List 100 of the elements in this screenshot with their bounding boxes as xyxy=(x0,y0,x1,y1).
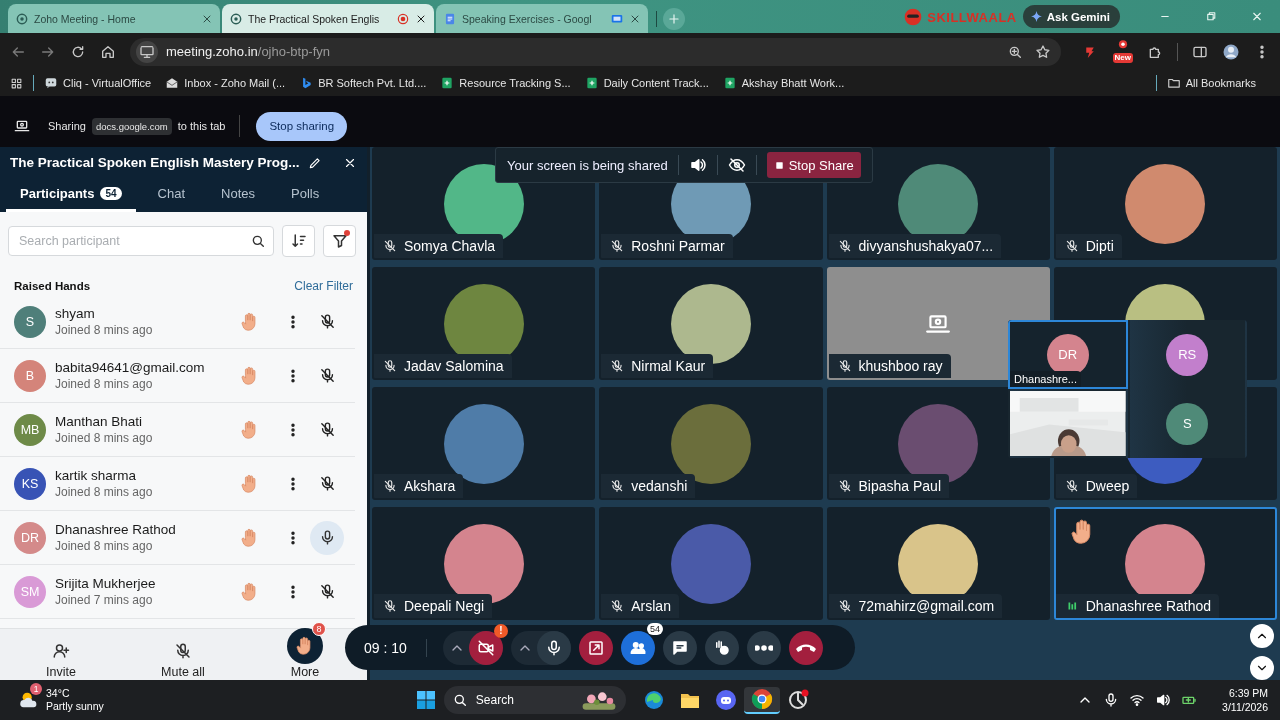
reactions-button[interactable] xyxy=(705,630,739,665)
taskbar-app[interactable] xyxy=(743,686,780,714)
joined-time: Joined 7 mins ago xyxy=(55,593,154,607)
bookmark-star-icon[interactable] xyxy=(1034,43,1051,60)
browser-tab[interactable]: The Practical Spoken Englis xyxy=(222,4,434,33)
search-field[interactable]: Search xyxy=(443,686,626,714)
footer-label[interactable]: More xyxy=(290,665,320,679)
clear-filter-link[interactable]: Clear Filter xyxy=(294,279,353,293)
address-bar[interactable]: meeting.zoho.in/ojho-btp-fyn xyxy=(130,37,1061,66)
bookmark-label: Akshay Bhatt Work... xyxy=(741,77,845,89)
reaction-icon xyxy=(713,638,731,657)
date-text: 3/11/2026 xyxy=(1222,700,1268,714)
participant-name: Somya Chavla xyxy=(404,238,496,254)
chat-icon xyxy=(671,638,689,657)
bookmark[interactable]: Daily Content Track... xyxy=(584,76,717,90)
joined-time: Joined 8 mins ago xyxy=(55,539,154,553)
more-button[interactable] xyxy=(747,630,781,665)
sparkle-icon xyxy=(1029,10,1043,23)
participant-row[interactable]: KS kartik sharma Joined 8 mins ago xyxy=(0,457,355,511)
bookmark[interactable]: Inbox - Zoho Mail (... xyxy=(165,76,294,90)
search-label: Search xyxy=(475,693,514,707)
share-button[interactable] xyxy=(579,630,613,665)
panel-tab[interactable]: Notes xyxy=(207,178,269,212)
participant-name: vedanshi xyxy=(631,478,688,494)
mic-button[interactable] xyxy=(310,520,344,555)
camera-button[interactable] xyxy=(469,630,503,665)
add-person-icon[interactable] xyxy=(52,642,70,660)
wifi-icon[interactable] xyxy=(1129,692,1146,708)
avatar: DR xyxy=(14,521,46,554)
chat-button[interactable] xyxy=(663,630,697,665)
participant-name: Deepali Negi xyxy=(404,598,485,614)
mic-button[interactable] xyxy=(537,630,571,665)
footer-label[interactable]: Invite xyxy=(46,665,76,679)
filter-button[interactable] xyxy=(323,225,356,257)
mic-off-icon xyxy=(318,583,336,600)
participants-button[interactable] xyxy=(621,630,655,665)
reload-icon[interactable] xyxy=(70,43,86,60)
bookmark[interactable]: BR Softech Pvt. Ltd.... xyxy=(299,76,435,90)
profile-avatar[interactable] xyxy=(1222,42,1240,61)
avatar: RS xyxy=(1166,333,1209,376)
footer-label[interactable]: Mute all xyxy=(161,665,205,679)
participant-name: Roshni Parmar xyxy=(631,238,725,254)
clock[interactable]: 6:39 PM 3/11/2026 xyxy=(1222,686,1268,714)
bookmark[interactable]: Akshay Bhatt Work... xyxy=(722,76,853,90)
meeting-timer: 09 : 10 xyxy=(364,639,406,656)
tab-label: Polls xyxy=(291,186,320,201)
avatar: S xyxy=(1166,402,1209,445)
participant-row[interactable]: SM Srijita Mukherjee Joined 7 mins ago xyxy=(0,565,355,619)
speaker-icon[interactable] xyxy=(688,156,707,174)
volume-icon[interactable] xyxy=(1155,692,1172,708)
mute-all-icon[interactable] xyxy=(174,642,192,660)
sort-button[interactable] xyxy=(282,225,315,257)
stop-share-button[interactable]: Stop Share xyxy=(766,152,861,178)
participant-row[interactable]: S shyam Joined 8 mins ago xyxy=(0,295,355,349)
sort-icon xyxy=(289,232,308,250)
site-info-icon[interactable] xyxy=(136,40,158,63)
apps-icon[interactable] xyxy=(10,76,23,90)
joined-time: Joined 8 mins ago xyxy=(55,323,154,337)
chat-app-icon[interactable] xyxy=(713,688,738,712)
participant-name: Jadav Salomina xyxy=(404,358,504,374)
temperature: 34°C xyxy=(46,687,71,700)
document-icon xyxy=(443,11,457,26)
home-icon[interactable] xyxy=(100,43,116,60)
panel-tab[interactable]: Polls xyxy=(277,178,334,212)
browser-tab[interactable]: Zoho Meeting - Home xyxy=(8,4,220,33)
tab-label: Chat xyxy=(157,186,185,201)
tab-title: Zoho Meeting - Home xyxy=(34,12,137,25)
count-badge: 8 xyxy=(312,622,326,636)
search-field[interactable]: Search participant xyxy=(8,226,274,256)
bookmark[interactable]: Resource Tracking S... xyxy=(440,76,579,90)
browser-tab[interactable]: Speaking Exercises - Googl xyxy=(436,4,648,33)
participant-name: Dweep xyxy=(1085,478,1130,494)
participant-name: kartik sharma xyxy=(55,468,138,483)
panel-tab[interactable]: Chat xyxy=(143,178,199,212)
participant-name: Dipti xyxy=(1085,238,1114,254)
mic-off-icon xyxy=(318,313,336,330)
participant-row[interactable]: MB Manthan Bhati Joined 8 mins ago xyxy=(0,403,355,457)
all-bookmarks[interactable]: All Bookmarks xyxy=(1166,76,1264,90)
bookmark[interactable]: Cliq - VirtualOffice xyxy=(44,76,160,90)
ask-gemini-button[interactable]: Ask Gemini xyxy=(1022,5,1120,28)
hang-up-icon xyxy=(796,643,816,652)
hide-icon[interactable] xyxy=(727,156,746,174)
mail-icon xyxy=(165,76,180,90)
participant-name: divyanshushakya07... xyxy=(858,238,994,254)
leave-button[interactable] xyxy=(789,630,823,665)
scroll-up-icon[interactable] xyxy=(1250,624,1274,648)
panel-tab[interactable]: Participants 54 xyxy=(6,178,136,212)
participant-name: babita94641@gmail.com xyxy=(55,360,206,375)
mic-off-icon xyxy=(318,367,336,384)
avatar: KS xyxy=(14,467,46,500)
raised-hands-button[interactable] xyxy=(287,628,323,664)
search-icon[interactable] xyxy=(250,233,266,249)
participant-row[interactable]: B babita94641@gmail.com Joined 8 mins ago xyxy=(0,349,355,403)
stop-sharing-button[interactable]: Stop sharing xyxy=(256,111,348,141)
scroll-down-icon[interactable] xyxy=(1250,656,1274,680)
tab-label: Participants xyxy=(20,186,95,201)
edit-icon[interactable] xyxy=(307,155,322,170)
screen-share-icon xyxy=(14,118,30,134)
new-badge: New xyxy=(1112,52,1133,63)
participant-row[interactable]: DR Dhanashree Rathod Joined 8 mins ago xyxy=(0,511,355,565)
